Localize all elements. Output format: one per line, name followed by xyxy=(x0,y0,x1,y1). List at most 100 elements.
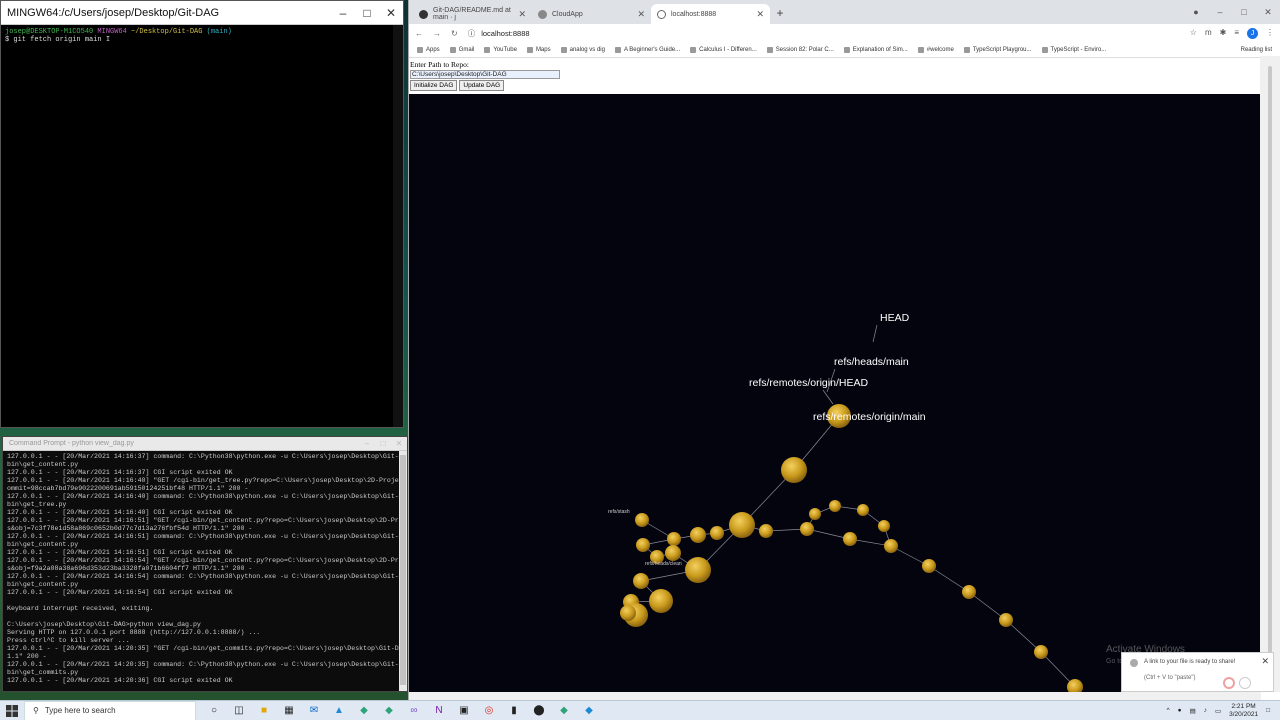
app-icon[interactable]: ◆ xyxy=(379,703,399,719)
store-icon[interactable]: ▦ xyxy=(279,703,299,719)
bookmark-item[interactable]: Gmail xyxy=(449,47,474,53)
commit-node[interactable] xyxy=(710,526,724,540)
maximize-icon[interactable]: □ xyxy=(355,6,379,20)
extensions-puzzle-icon[interactable]: ✱ xyxy=(1220,28,1227,39)
reading-list-button[interactable]: Reading list xyxy=(1241,47,1272,53)
mail-icon[interactable]: ✉ xyxy=(304,703,324,719)
commit-node[interactable] xyxy=(878,520,890,532)
commit-node[interactable] xyxy=(685,557,711,583)
horizontal-scrollbar[interactable] xyxy=(409,692,1261,700)
maximize-icon[interactable]: □ xyxy=(1232,7,1256,18)
file-explorer-icon[interactable]: ■ xyxy=(254,703,274,719)
maximize-icon[interactable]: □ xyxy=(375,439,391,448)
address-bar[interactable]: ⓘ localhost:8888 xyxy=(468,26,1180,40)
battery-icon[interactable]: ▭ xyxy=(1215,707,1221,715)
bookmark-item[interactable]: A Beginner's Guide... xyxy=(614,47,680,53)
close-tab-icon[interactable]: ✕ xyxy=(756,9,764,20)
bookmark-item[interactable]: analog vs dig xyxy=(560,47,605,53)
tray-app-icon[interactable]: ● xyxy=(1178,707,1182,714)
clock[interactable]: 2:21 PM 3/20/2021 xyxy=(1229,703,1258,719)
update-dag-button[interactable]: Update DAG xyxy=(459,80,505,91)
commit-node[interactable] xyxy=(636,538,650,552)
tab-github[interactable]: Git-DAG/README.md at main · j ✕ xyxy=(413,4,532,24)
menu-kebab-icon[interactable]: ⋮ xyxy=(1266,28,1274,39)
commit-node[interactable] xyxy=(922,559,936,573)
taskbar-search-box[interactable]: ⚲ Type here to search xyxy=(24,700,196,720)
app-icon[interactable]: ◆ xyxy=(579,703,599,719)
terminal-icon[interactable]: ▣ xyxy=(454,703,474,719)
bookmark-item[interactable]: Explanation of Sim... xyxy=(843,47,908,53)
commit-node[interactable] xyxy=(635,513,649,527)
tab-localhost[interactable]: localhost:8888 ✕ xyxy=(651,4,770,24)
cmd-icon[interactable]: ▮ xyxy=(504,703,524,719)
minimize-icon[interactable]: – xyxy=(359,439,375,448)
cmd-title-bar[interactable]: Command Prompt - python view_dag.py – □ … xyxy=(3,437,407,451)
commit-node[interactable] xyxy=(633,573,649,589)
commit-node[interactable] xyxy=(800,522,814,536)
edit-icon[interactable] xyxy=(1239,677,1251,689)
bookmark-item[interactable]: TypeScript Playgrou... xyxy=(963,47,1032,53)
bookmark-star-icon[interactable]: ☆ xyxy=(1190,28,1197,39)
network-icon[interactable]: ▤ xyxy=(1190,707,1196,715)
app-icon[interactable]: ▲ xyxy=(329,703,349,719)
close-icon[interactable]: ✕ xyxy=(1256,7,1280,18)
mingw-terminal-window[interactable]: MINGW64:/c/Users/josep/Desktop/Git-DAG –… xyxy=(0,0,404,428)
volume-icon[interactable]: ♪ xyxy=(1204,707,1207,714)
mingw-scrollbar[interactable] xyxy=(393,25,403,427)
command-prompt-window[interactable]: Command Prompt - python view_dag.py – □ … xyxy=(2,436,408,692)
commit-node[interactable] xyxy=(759,524,773,538)
forward-icon[interactable]: → xyxy=(433,29,441,38)
bookmark-item[interactable]: Maps xyxy=(526,47,551,53)
commit-node[interactable] xyxy=(962,585,976,599)
commit-node[interactable] xyxy=(1034,645,1048,659)
close-icon[interactable]: ✕ xyxy=(391,439,407,448)
record-icon[interactable] xyxy=(1223,677,1235,689)
bookmark-item[interactable]: Apps xyxy=(417,47,440,53)
info-icon[interactable]: ⓘ xyxy=(468,28,476,39)
profile-dot-icon[interactable]: ● xyxy=(1184,7,1208,18)
commit-node[interactable] xyxy=(829,500,841,512)
cmd-output-text[interactable]: 127.0.0.1 - - [20/Mar/2021 14:16:37] com… xyxy=(3,451,407,687)
cortana-icon[interactable]: ○ xyxy=(204,703,224,719)
commit-node[interactable] xyxy=(999,613,1013,627)
commit-node[interactable] xyxy=(809,508,821,520)
commit-node[interactable] xyxy=(857,504,869,516)
start-button[interactable] xyxy=(0,704,24,717)
mingw-terminal-text[interactable]: josep@DESKTOP-M1CO540 MINGW64 ~/Desktop/… xyxy=(1,25,403,47)
app-icon[interactable]: ◆ xyxy=(354,703,374,719)
commit-node[interactable] xyxy=(665,545,681,561)
app-icon[interactable]: ⬤ xyxy=(529,703,549,719)
share-notification[interactable]: A link to your file is ready to share! (… xyxy=(1121,652,1274,692)
back-icon[interactable]: ← xyxy=(415,29,423,38)
cmd-scrollbar[interactable] xyxy=(399,451,407,691)
minimize-icon[interactable]: – xyxy=(331,6,355,20)
commit-node[interactable] xyxy=(884,539,898,553)
new-tab-button[interactable]: + xyxy=(770,6,790,24)
avatar[interactable]: J xyxy=(1247,27,1258,39)
tab-cloudapp[interactable]: CloudApp ✕ xyxy=(532,4,651,24)
tray-chevron-icon[interactable]: ^ xyxy=(1167,707,1170,714)
repo-path-input[interactable]: C:\Users\josep\Desktop\Git-DAG xyxy=(410,70,560,79)
commit-node[interactable] xyxy=(781,457,807,483)
bookmark-item[interactable]: Session 82: Polar C... xyxy=(766,47,834,53)
bookmark-item[interactable]: YouTube xyxy=(484,47,517,53)
close-icon[interactable]: ✕ xyxy=(379,6,403,20)
dag-graph[interactable]: HEAD refs/heads/main refs/remotes/origin… xyxy=(409,94,1261,692)
commit-node[interactable] xyxy=(620,605,636,621)
commit-node[interactable] xyxy=(667,532,681,546)
minimize-icon[interactable]: – xyxy=(1208,7,1232,18)
browser-window[interactable]: Git-DAG/README.md at main · j ✕ CloudApp ✕… xyxy=(408,0,1280,700)
bookmark-item[interactable]: #welcome xyxy=(917,47,954,53)
extension-m-icon[interactable]: m xyxy=(1205,28,1212,39)
onenote-icon[interactable]: N xyxy=(429,703,449,719)
notifications-icon[interactable]: □ xyxy=(1266,707,1270,714)
mingw-title-bar[interactable]: MINGW64:/c/Users/josep/Desktop/Git-DAG –… xyxy=(1,1,403,25)
close-tab-icon[interactable]: ✕ xyxy=(637,9,645,20)
reload-icon[interactable]: ↻ xyxy=(451,29,458,38)
commit-node[interactable] xyxy=(843,532,857,546)
media-icon[interactable]: ≡ xyxy=(1234,28,1239,39)
task-view-icon[interactable]: ◫ xyxy=(229,703,249,719)
bookmark-item[interactable]: Calculus I - Differen... xyxy=(690,47,757,53)
commit-node[interactable] xyxy=(690,527,706,543)
close-tab-icon[interactable]: ✕ xyxy=(518,9,526,20)
